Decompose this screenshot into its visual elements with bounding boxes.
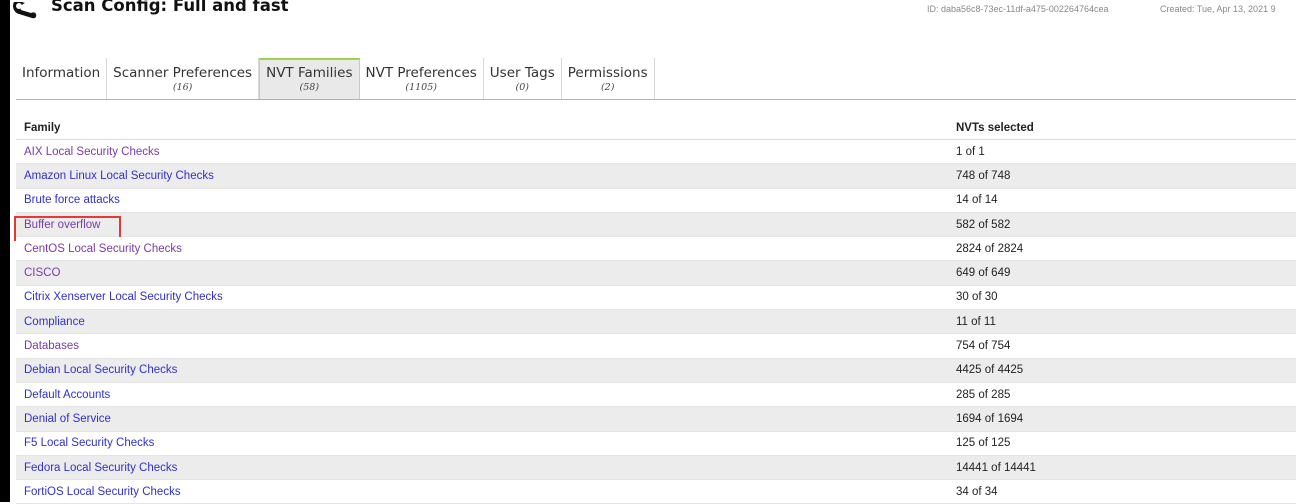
nvts-count: 754 of 754: [956, 340, 1011, 353]
nvts-count: 649 of 649: [956, 267, 1011, 280]
tab-nvt-families[interactable]: NVT Families (58): [259, 58, 360, 99]
nvts-count: 34 of 34: [956, 485, 998, 498]
family-link[interactable]: Buffer overflow: [24, 219, 101, 231]
family-link[interactable]: Brute force attacks: [24, 194, 120, 206]
tab-bar: Information Scanner Preferences (16) NVT…: [16, 58, 655, 100]
tab-label: NVT Preferences: [365, 65, 477, 81]
tab-count: (2): [600, 82, 615, 93]
nvts-count: 125 of 125: [956, 437, 1011, 450]
nvts-count: 582 of 582: [956, 218, 1011, 231]
table-row: Citrix Xenserver Local Security Checks 3…: [16, 285, 1296, 311]
family-link[interactable]: Denial of Service: [24, 413, 111, 425]
table-row: FortiOS Local Security Checks 34 of 34: [16, 480, 1296, 504]
nvts-count: 2824 of 2824: [956, 242, 1024, 255]
column-header-family[interactable]: Family: [16, 122, 956, 134]
table-row: Fedora Local Security Checks 14441 of 14…: [16, 455, 1296, 481]
left-edge-strip: [0, 0, 10, 502]
config-id: ID: daba56c8-73ec-11df-a475-002264764cea: [927, 4, 1109, 14]
family-link[interactable]: Compliance: [24, 316, 85, 328]
tab-label: Information: [22, 65, 101, 81]
nvts-count: 14441 of 14441: [956, 461, 1036, 474]
nvts-count: 4425 of 4425: [956, 364, 1024, 377]
family-link[interactable]: Fedora Local Security Checks: [24, 462, 177, 474]
family-link[interactable]: CentOS Local Security Checks: [24, 243, 182, 255]
page-title: Scan Config: Full and fast: [51, 0, 289, 15]
tab-count: (58): [299, 82, 320, 93]
family-link[interactable]: Databases: [24, 340, 79, 352]
tab-nvt-preferences[interactable]: NVT Preferences (1105): [359, 58, 484, 99]
tab-label: NVT Families: [266, 65, 353, 81]
table-row: Compliance 11 of 11: [16, 310, 1296, 335]
table-row: Debian Local Security Checks 4425 of 442…: [16, 358, 1296, 383]
table-row: CISCO 649 of 649: [16, 261, 1296, 286]
table-row: Databases 754 of 754: [16, 334, 1296, 359]
tab-information[interactable]: Information: [16, 58, 108, 99]
wrench-icon: [13, 2, 37, 19]
column-header-nvts-selected[interactable]: NVTs selected: [956, 122, 1296, 134]
table-row: CentOS Local Security Checks 2824 of 282…: [16, 237, 1296, 262]
nvts-count: 285 of 285: [956, 388, 1011, 401]
nvts-count: 14 of 14: [956, 194, 998, 207]
family-link[interactable]: CISCO: [24, 267, 60, 279]
tab-scanner-preferences[interactable]: Scanner Preferences (16): [107, 58, 260, 99]
family-link[interactable]: Citrix Xenserver Local Security Checks: [24, 291, 223, 303]
table-row: F5 Local Security Checks 125 of 125: [16, 431, 1296, 456]
family-link[interactable]: F5 Local Security Checks: [24, 437, 154, 449]
nvts-count: 11 of 11: [956, 315, 996, 328]
table-row: Buffer overflow 582 of 582: [14, 212, 1296, 241]
nvts-count: 748 of 748: [956, 169, 1011, 182]
table-row: Amazon Linux Local Security Checks 748 o…: [16, 164, 1296, 189]
table-row: Brute force attacks 14 of 14: [16, 188, 1296, 213]
family-link[interactable]: AIX Local Security Checks: [24, 146, 160, 158]
nvt-families-table: Family NVTs selected AIX Local Security …: [14, 116, 1296, 504]
table-row: Denial of Service 1694 of 1694: [16, 407, 1296, 432]
table-header: Family NVTs selected: [16, 116, 1296, 140]
family-link[interactable]: FortiOS Local Security Checks: [24, 486, 181, 498]
table-row: AIX Local Security Checks 1 of 1: [16, 140, 1296, 165]
tab-label: User Tags: [489, 65, 555, 81]
created-date: Created: Tue, Apr 13, 2021 9: [1160, 4, 1276, 14]
family-link[interactable]: Amazon Linux Local Security Checks: [24, 170, 214, 182]
tab-permissions[interactable]: Permissions (2): [561, 58, 655, 99]
table-row: Default Accounts 285 of 285: [16, 382, 1296, 408]
tab-count: (0): [515, 82, 529, 93]
tab-underline: [16, 99, 1296, 100]
family-link[interactable]: Default Accounts: [24, 389, 110, 401]
nvts-count: 1 of 1: [956, 145, 985, 158]
family-link[interactable]: Debian Local Security Checks: [24, 364, 177, 376]
tab-count: (1105): [405, 82, 437, 93]
nvts-count: 1694 of 1694: [956, 412, 1024, 425]
tab-label: Scanner Preferences: [113, 65, 253, 81]
tab-user-tags[interactable]: User Tags (0): [483, 58, 562, 99]
tab-count: (16): [172, 82, 193, 93]
tab-label: Permissions: [567, 65, 648, 81]
nvts-count: 30 of 30: [956, 291, 998, 304]
